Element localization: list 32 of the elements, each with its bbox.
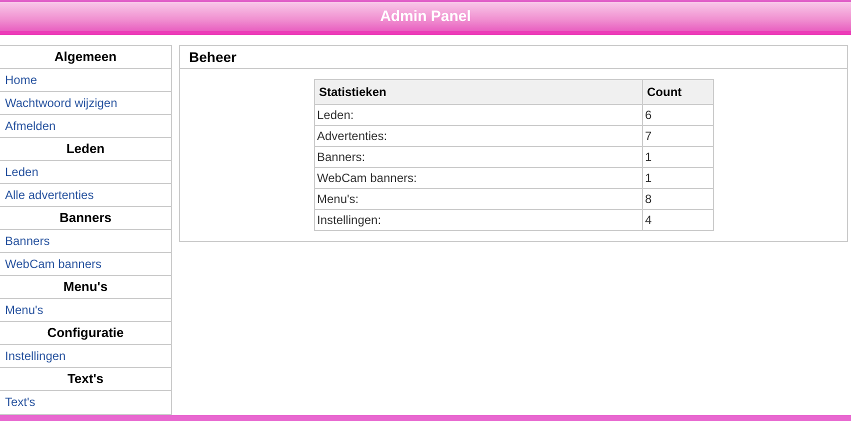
sidebar-link[interactable]: Wachtwoord wijzigen	[0, 92, 171, 116]
sidebar-link[interactable]: Text's	[0, 391, 171, 414]
section-heading: Banners	[0, 207, 171, 230]
table-cell: 1	[642, 146, 714, 168]
section-heading: Configuratie	[0, 322, 171, 346]
table-cell: Banners:	[314, 146, 642, 168]
sidebar-link[interactable]: Menu's	[0, 299, 171, 322]
table-cell: 4	[642, 210, 714, 231]
table-cell: 6	[642, 104, 714, 126]
sidebar-link[interactable]: Home	[0, 69, 171, 92]
sidebar-link[interactable]: WebCam banners	[0, 253, 171, 276]
table-cell: Menu's:	[314, 188, 642, 210]
sidebar-link[interactable]: Instellingen	[0, 345, 171, 368]
column-header: Count	[642, 80, 714, 105]
table-cell: Leden:	[314, 104, 642, 126]
panel-title: Beheer	[180, 46, 847, 70]
section-heading: Leden	[0, 138, 171, 162]
section-heading: Text's	[0, 368, 171, 392]
table-cell: 7	[642, 126, 714, 147]
section-heading: Algemeen	[0, 46, 171, 70]
table-cell: Instellingen:	[314, 210, 642, 231]
sidebar-link[interactable]: Afmelden	[0, 115, 171, 138]
sidebar-link[interactable]: Leden	[0, 161, 171, 184]
table-cell: 1	[642, 168, 714, 189]
column-header: Statistieken	[314, 80, 642, 105]
sidebar-link[interactable]: Banners	[0, 230, 171, 254]
sidebar-link[interactable]: Alle advertenties	[0, 184, 171, 208]
table-cell: 8	[642, 188, 714, 210]
app-title: Admin Panel	[380, 8, 471, 26]
table-cell: WebCam banners:	[314, 168, 642, 189]
section-heading: Menu's	[0, 276, 171, 300]
table-cell: Advertenties:	[314, 126, 642, 147]
